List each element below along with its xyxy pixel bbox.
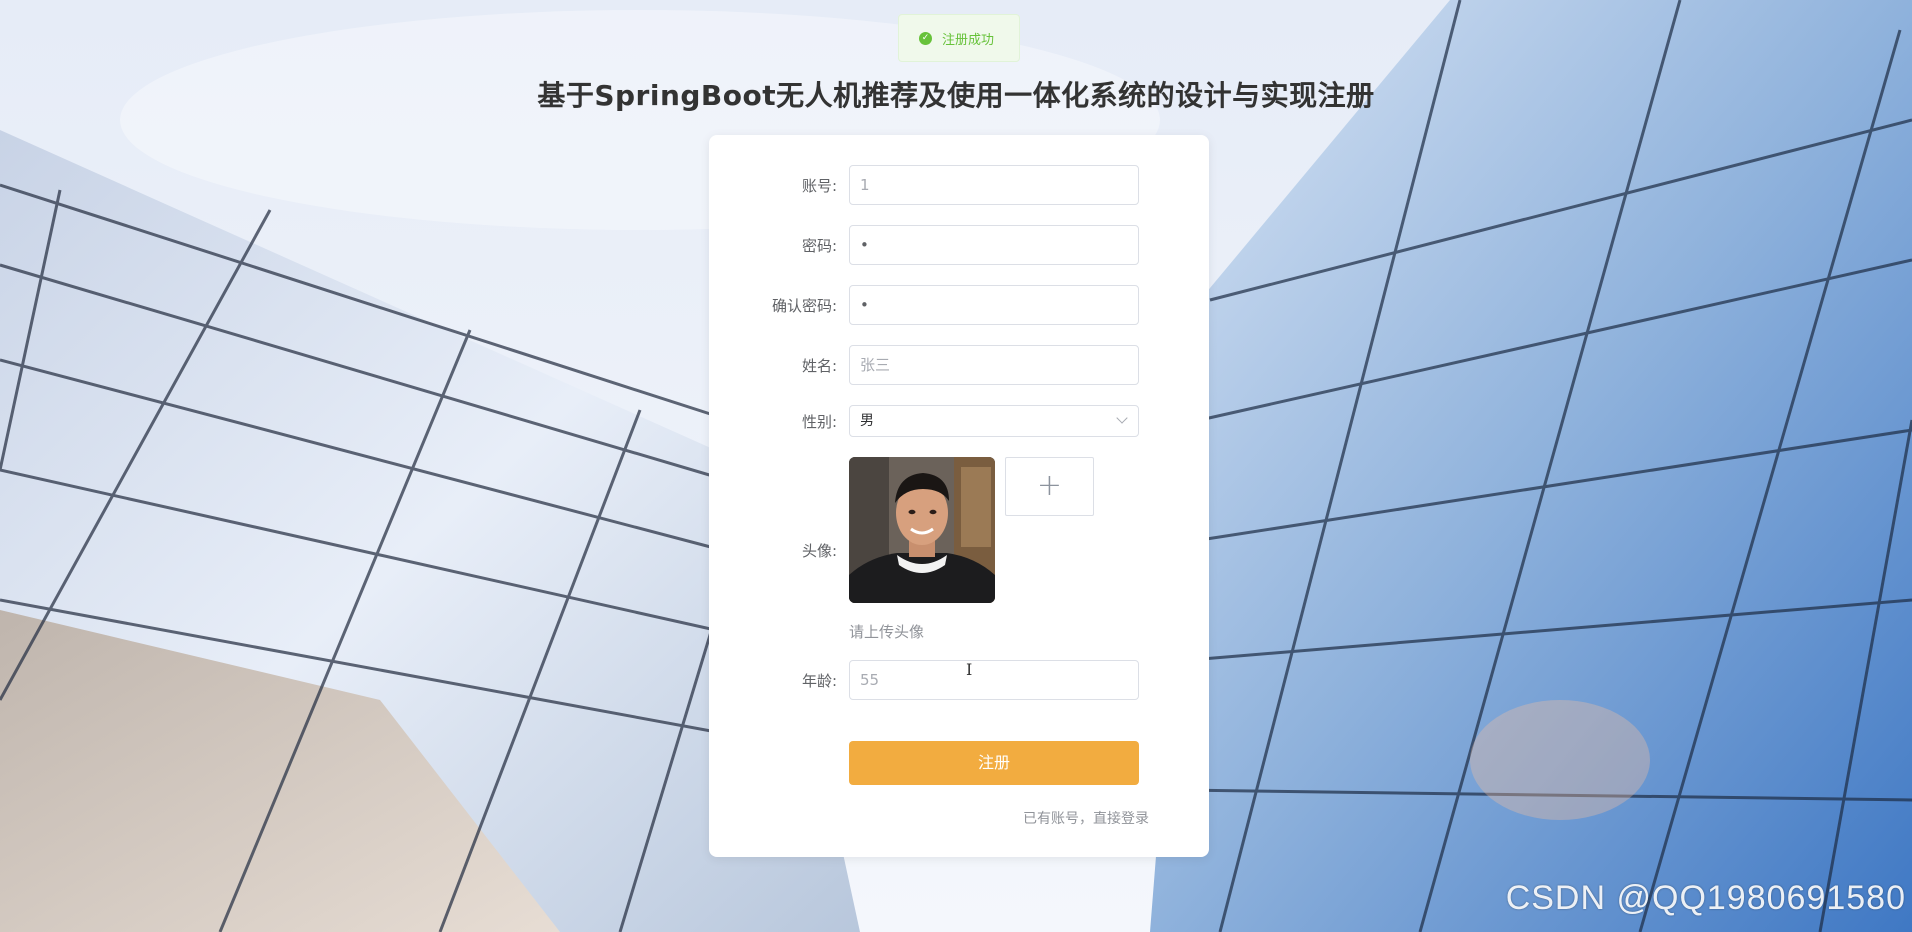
portrait-photo	[849, 457, 995, 603]
avatar-label: 头像:	[801, 542, 837, 560]
success-check-icon: ✓	[919, 31, 932, 45]
page-title: 基于SpringBoot无人机推荐及使用一体化系统的设计与实现注册	[537, 79, 1375, 112]
login-link[interactable]: 已有账号，直接登录	[1023, 808, 1149, 828]
name-input[interactable]: 张三	[849, 345, 1139, 385]
password-input[interactable]: •	[849, 225, 1139, 265]
chevron-down-icon	[1116, 412, 1128, 424]
toast-text: 注册成功	[942, 32, 995, 48]
success-toast: ✓ 注册成功	[898, 14, 1020, 62]
name-label: 姓名:	[801, 357, 837, 375]
age-input[interactable]: 55	[849, 660, 1139, 700]
account-label: 账号:	[801, 177, 837, 195]
confirm-password-input[interactable]: •	[849, 285, 1139, 325]
confirm-password-label: 确认密码:	[771, 297, 837, 315]
avatar-upload-button[interactable]: +	[1005, 457, 1094, 516]
age-label: 年龄:	[801, 672, 837, 690]
gender-label: 性别:	[801, 413, 837, 431]
password-label: 密码:	[801, 237, 837, 255]
register-form-card: 账号: 1 密码: • 确认密码: • 姓名: 张三 性别: 男 头像: + 请…	[709, 135, 1209, 857]
register-button[interactable]: 注册	[849, 741, 1139, 785]
avatar-hint: 请上传头像	[849, 623, 925, 641]
gender-value: 男	[860, 413, 874, 429]
text-cursor-icon: I	[966, 660, 973, 679]
account-input[interactable]: 1	[849, 165, 1139, 205]
gender-select[interactable]: 男	[849, 405, 1139, 437]
watermark: CSDN @QQ1980691580	[1505, 879, 1906, 917]
avatar-preview-image	[849, 457, 995, 603]
